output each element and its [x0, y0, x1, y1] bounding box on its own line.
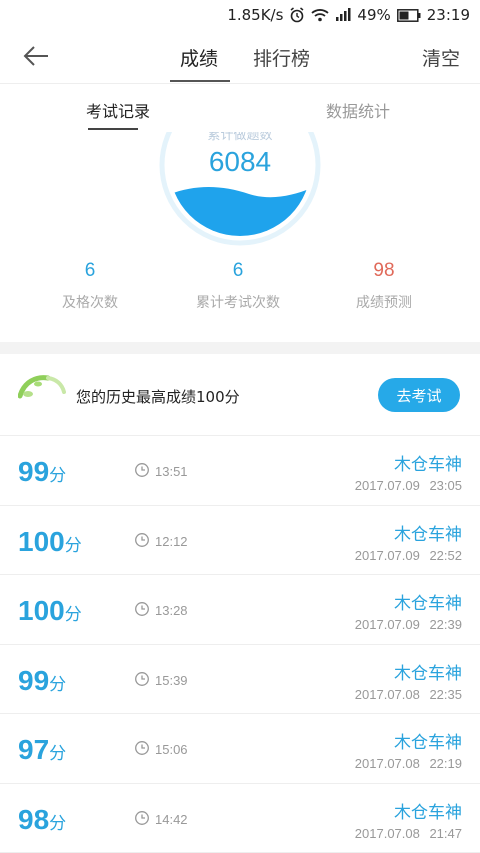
record-datetime: 2017.07.08 21:47 — [354, 825, 462, 841]
question-count-gauge: 累计做题数 6084 — [0, 132, 480, 250]
record-user-name: 木仓车神 — [394, 802, 462, 823]
section-divider — [0, 342, 480, 354]
record-row[interactable]: 100分 13:28 木仓车神 2017.07.09 22:39 — [0, 575, 480, 645]
clock-icon — [134, 601, 150, 621]
clock-icon — [134, 532, 150, 552]
record-duration: 12:12 — [155, 533, 188, 549]
record-row[interactable]: 100分 12:12 木仓车神 2017.07.09 22:52 — [0, 506, 480, 575]
record-duration: 15:06 — [155, 742, 188, 757]
gauge-label: 累计做题数 — [207, 132, 273, 143]
record-score: 97分 — [18, 734, 66, 766]
record-row[interactable]: 98分 14:42 木仓车神 2017.07.08 21:47 — [0, 784, 480, 853]
score-unit: 分 — [49, 744, 67, 763]
record-duration: 13:28 — [155, 603, 188, 618]
battery-icon — [396, 8, 421, 22]
stats-row: 6 及格次数 6 累计考试次数 98 成绩预测 — [0, 260, 480, 340]
record-datetime: 2017.07.08 22:19 — [354, 756, 462, 771]
stat-pass-count: 6 及格次数 — [10, 260, 170, 312]
score-number: 100 — [18, 595, 65, 626]
record-score: 100分 — [18, 526, 82, 558]
score-number: 99 — [18, 664, 50, 696]
record-duration: 14:42 — [155, 811, 188, 827]
stat-value: 98 — [373, 260, 395, 281]
clock-icon — [134, 810, 150, 830]
stat-label: 累计考试次数 — [196, 295, 280, 311]
record-user-name: 木仓车神 — [394, 455, 462, 475]
signal-icon — [335, 8, 351, 22]
subtab-data-stats[interactable]: 数据统计 — [326, 98, 390, 122]
score-number: 100 — [18, 525, 65, 557]
clock-icon — [134, 740, 150, 760]
clock-icon — [134, 671, 150, 691]
record-datetime: 2017.07.09 22:52 — [354, 547, 462, 563]
record-datetime: 2017.07.09 22:39 — [354, 617, 462, 632]
score-unit: 分 — [64, 535, 82, 555]
score-unit: 分 — [49, 674, 67, 694]
record-score: 99分 — [18, 665, 66, 697]
active-tab-indicator — [170, 80, 230, 82]
score-unit: 分 — [49, 466, 67, 485]
record-user-name: 木仓车神 — [394, 524, 462, 545]
stat-value: 6 — [84, 260, 96, 281]
battery-percent: 49% — [357, 6, 391, 24]
stat-exam-count: 6 累计考试次数 — [158, 260, 318, 312]
clock-icon — [134, 462, 150, 482]
record-datetime: 2017.07.08 22:35 — [354, 686, 462, 702]
subtab-exam-records[interactable]: 考试记录 — [86, 98, 150, 122]
record-duration: 13:51 — [155, 464, 188, 479]
wifi-icon — [311, 8, 330, 22]
top-nav: 成绩 排行榜 清空 — [0, 30, 480, 84]
status-bar: 1.85K/s 49% 23:19 — [0, 0, 480, 30]
record-row[interactable]: 99分 15:39 木仓车神 2017.07.08 22:35 — [0, 645, 480, 714]
clock-time: 23:19 — [426, 6, 470, 24]
stat-label: 成绩预测 — [356, 295, 412, 311]
tab-scores[interactable]: 成绩 — [180, 44, 218, 71]
back-button[interactable] — [18, 40, 54, 72]
record-user-name: 木仓车神 — [394, 663, 462, 684]
score-unit: 分 — [49, 813, 67, 833]
stat-label: 及格次数 — [62, 295, 118, 311]
record-datetime: 2017.07.09 23:05 — [354, 478, 462, 493]
record-user-name: 木仓车神 — [394, 594, 462, 614]
laurel-icon — [17, 368, 66, 412]
score-number: 97 — [18, 734, 50, 765]
record-user-name: 木仓车神 — [394, 733, 462, 753]
subtab-indicator — [88, 128, 138, 130]
best-score-text: 您的历史最高成绩100分 — [76, 388, 240, 406]
best-score-row: 您的历史最高成绩100分 去考试 — [0, 354, 480, 436]
back-arrow-icon — [23, 46, 48, 66]
sub-tabs: 考试记录 数据统计 — [0, 84, 480, 132]
record-duration: 15:39 — [155, 672, 188, 688]
stat-score-prediction: 98 成绩预测 — [304, 260, 464, 312]
record-score: 100分 — [18, 595, 82, 627]
gauge-value: 6084 — [208, 146, 272, 177]
score-unit: 分 — [64, 605, 82, 624]
record-score: 98分 — [18, 804, 66, 836]
exam-record-list: 99分 13:51 木仓车神 2017.07.09 23:05 100分 12:12 木仓车… — [0, 436, 480, 853]
stat-value: 6 — [232, 260, 244, 281]
record-score: 99分 — [18, 456, 66, 488]
network-speed: 1.85K/s — [227, 6, 284, 24]
score-number: 99 — [18, 456, 50, 487]
alarm-icon — [289, 7, 305, 23]
record-row[interactable]: 99分 13:51 木仓车神 2017.07.09 23:05 — [0, 436, 480, 506]
score-number: 98 — [18, 803, 50, 835]
clear-button[interactable]: 清空 — [422, 44, 460, 71]
record-row[interactable]: 97分 15:06 木仓车神 2017.07.08 22:19 — [0, 714, 480, 784]
take-exam-button[interactable]: 去考试 — [378, 378, 460, 412]
tab-ranking[interactable]: 排行榜 — [253, 44, 310, 71]
